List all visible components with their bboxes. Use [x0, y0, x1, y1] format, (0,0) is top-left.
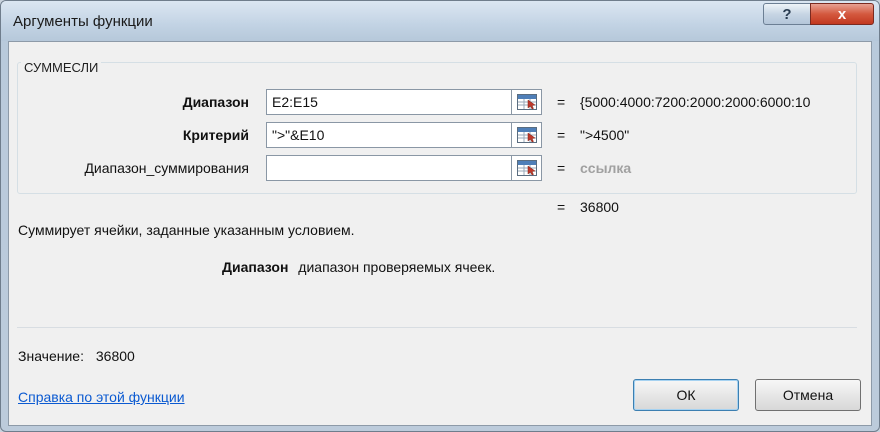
- function-help-link[interactable]: Справка по этой функции: [18, 389, 185, 405]
- sum-range-result: ссылка: [580, 160, 632, 176]
- range-equals: =: [557, 94, 566, 110]
- sum-range-ref-button[interactable]: [512, 155, 542, 181]
- function-arguments-dialog: Аргументы функции ? x СУММЕСЛИ Диапазон …: [0, 0, 880, 432]
- sum-range-input[interactable]: [266, 155, 512, 181]
- separator: [17, 327, 857, 328]
- arg-label-sum-range: Диапазон_суммирования: [84, 160, 249, 176]
- value-result: 36800: [95, 348, 135, 364]
- arg-label-criteria: Критерий: [182, 127, 249, 143]
- range-input[interactable]: E2:E15: [266, 89, 512, 115]
- argument-help-name: Диапазон: [222, 259, 289, 275]
- criteria-input[interactable]: ">"&E10: [266, 122, 512, 148]
- range-result: {5000:4000:7200:2000:2000:6000:10: [580, 94, 811, 110]
- value-line: Значение: 36800: [18, 348, 135, 364]
- dialog-body: СУММЕСЛИ Диапазон E2:E15 = {5000:4000:72…: [8, 41, 872, 426]
- argument-help-text: диапазон проверяемых ячеек.: [298, 259, 496, 275]
- criteria-equals: =: [557, 127, 566, 143]
- cancel-button[interactable]: Отмена: [755, 379, 861, 411]
- ok-button[interactable]: ОК: [633, 379, 739, 411]
- arg-label-range: Диапазон: [182, 94, 249, 110]
- close-button[interactable]: x: [810, 3, 874, 25]
- argument-help: Диапазон диапазон проверяемых ячеек.: [222, 259, 495, 275]
- formula-result: 36800: [580, 199, 619, 215]
- help-button[interactable]: ?: [763, 3, 811, 25]
- criteria-result: ">4500": [580, 127, 630, 143]
- function-name: СУММЕСЛИ: [21, 60, 102, 75]
- range-ref-button[interactable]: [512, 89, 542, 115]
- title-bar[interactable]: Аргументы функции ? x: [1, 1, 879, 41]
- function-description: Суммирует ячейки, заданные указанным усл…: [18, 222, 355, 238]
- value-label: Значение:: [18, 348, 84, 364]
- sum-range-equals: =: [557, 160, 566, 176]
- dialog-title: Аргументы функции: [13, 13, 153, 30]
- collapse-dialog-icon: [516, 127, 537, 143]
- result-equals: =: [557, 199, 566, 215]
- collapse-dialog-icon: [516, 94, 537, 110]
- collapse-dialog-icon: [516, 160, 537, 176]
- criteria-ref-button[interactable]: [512, 122, 542, 148]
